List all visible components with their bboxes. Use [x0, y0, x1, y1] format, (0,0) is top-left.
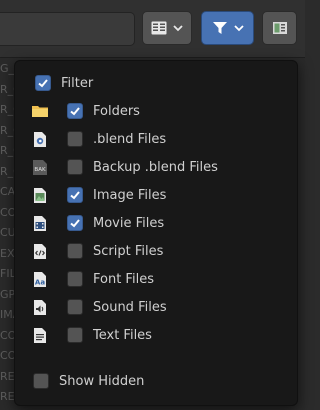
font-files-checkbox[interactable] — [67, 271, 83, 287]
filter-item-blend-files[interactable]: .blend Files — [15, 125, 297, 153]
image-file-icon — [31, 185, 49, 205]
script-file-icon — [31, 241, 49, 261]
backup-blend-files-checkbox[interactable] — [67, 159, 83, 175]
filter-checkbox[interactable] — [35, 75, 51, 91]
svg-text:BAK: BAK — [34, 167, 46, 173]
script-files-checkbox[interactable] — [67, 243, 83, 259]
directory-path-field[interactable] — [0, 12, 135, 46]
blend-files-checkbox[interactable] — [67, 131, 83, 147]
text-files-checkbox[interactable] — [67, 327, 83, 343]
filter-toggle-row[interactable]: Filter — [15, 69, 297, 97]
filter-item-script-files[interactable]: Script Files — [15, 237, 297, 265]
bookmark-icon — [271, 19, 289, 37]
blend-file-icon — [31, 129, 49, 149]
sound-file-icon — [31, 297, 49, 317]
filter-item-movie-files[interactable]: Movie Files — [15, 209, 297, 237]
folders-label: Folders — [93, 103, 140, 119]
movie-file-icon — [31, 213, 49, 233]
movie-files-label: Movie Files — [93, 215, 165, 231]
sound-files-checkbox[interactable] — [67, 299, 83, 315]
font-files-label: Font Files — [93, 271, 154, 287]
folders-checkbox[interactable] — [67, 103, 83, 119]
show-hidden-row[interactable]: Show Hidden — [15, 367, 297, 395]
text-files-label: Text Files — [93, 327, 152, 343]
filter-item-folders[interactable]: Folders — [15, 97, 297, 125]
backup-blend-file-icon: BAK — [31, 157, 49, 177]
backup-blend-files-label: Backup .blend Files — [93, 159, 218, 175]
list-view-icon — [151, 21, 167, 35]
text-file-icon — [31, 325, 49, 345]
display-mode-button[interactable] — [142, 11, 192, 45]
chevron-down-icon — [173, 24, 183, 32]
script-files-label: Script Files — [93, 243, 164, 259]
movie-files-checkbox[interactable] — [67, 215, 83, 231]
filter-toggle-button[interactable] — [201, 11, 254, 45]
filter-item-sound-files[interactable]: Sound Files — [15, 293, 297, 321]
show-hidden-label: Show Hidden — [59, 373, 145, 389]
filter-item-backup-blend-files[interactable]: BAK Backup .blend Files — [15, 153, 297, 181]
bookmarks-toggle-button[interactable] — [262, 11, 297, 45]
folder-icon — [31, 101, 49, 121]
filter-item-image-files[interactable]: Image Files — [15, 181, 297, 209]
filter-item-font-files[interactable]: Aa Font Files — [15, 265, 297, 293]
svg-text:Aa: Aa — [35, 278, 45, 286]
blend-files-label: .blend Files — [93, 131, 167, 147]
file-browser-header — [0, 0, 305, 58]
sound-files-label: Sound Files — [93, 299, 167, 315]
filter-item-text-files[interactable]: Text Files — [15, 321, 297, 349]
chevron-down-icon — [233, 24, 244, 32]
filter-popup-menu: Filter Folders .blend Files BAK Backup .… — [14, 60, 298, 406]
funnel-icon — [212, 20, 228, 36]
font-file-icon: Aa — [31, 269, 49, 289]
show-hidden-checkbox[interactable] — [33, 373, 49, 389]
filter-label: Filter — [61, 75, 94, 91]
image-files-label: Image Files — [93, 187, 167, 203]
image-files-checkbox[interactable] — [67, 187, 83, 203]
